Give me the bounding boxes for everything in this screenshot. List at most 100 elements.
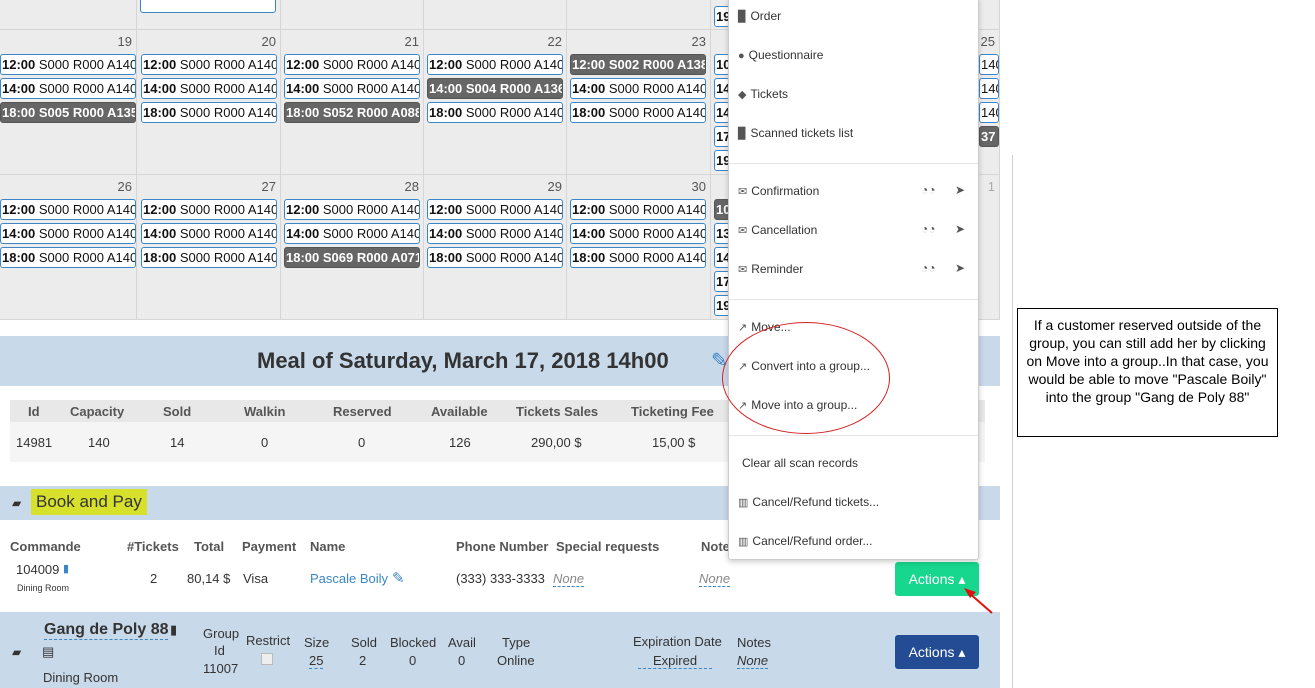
cart-icon[interactable]: ▤ xyxy=(42,644,54,660)
note-field[interactable]: None xyxy=(699,571,731,587)
group-id-label: Group xyxy=(203,626,240,641)
restrict-checkbox[interactable] xyxy=(261,653,273,665)
menu-item-tickets[interactable]: ◆ Tickets xyxy=(738,87,788,101)
calendar-event[interactable]: 14:00 S000 R000 A140 xyxy=(570,223,706,244)
notes-field[interactable]: None xyxy=(737,653,769,669)
group-row: ▰ Gang de Poly 88 ▮ ▤ Dining Room Group … xyxy=(0,612,1000,688)
calendar-event[interactable]: 12:00 S000 R000 A140 xyxy=(570,199,706,220)
book-icon[interactable]: ▮ xyxy=(63,562,69,575)
avail-label: Avail xyxy=(448,635,476,650)
menu-item-cancellation[interactable]: ✉ Cancellation xyxy=(738,223,817,237)
calendar-event[interactable]: 18:00 S000 R000 A140 xyxy=(570,247,706,268)
calendar-cell: 21 12:00 S000 R000 A140 14:00 S000 R000 … xyxy=(281,30,424,175)
menu-item-order[interactable]: ▉ Order xyxy=(738,9,781,23)
menu-divider xyxy=(729,299,978,300)
menu-item-scanned-tickets[interactable]: ▉ Scanned tickets list xyxy=(738,126,853,140)
column-header: Tickets Sales xyxy=(516,404,599,419)
book-icon[interactable]: ▮ xyxy=(170,622,177,638)
calendar-event[interactable]: 140 xyxy=(979,54,999,75)
calendar-event[interactable]: 12:00 S000 R000 A140 xyxy=(141,54,277,75)
calendar-event[interactable]: 18:00 S005 R000 A135 xyxy=(0,102,136,123)
day-number: 19 xyxy=(117,34,132,49)
calendar-cell: 28 12:00 S000 R000 A140 14:00 S000 R000 … xyxy=(281,175,424,320)
calendar-event[interactable]: 12:00 S000 R000 A140 xyxy=(427,199,563,220)
calendar-event[interactable]: 18:00 S000 R000 A140 xyxy=(427,102,563,123)
calendar-event[interactable]: 12:00 S002 R000 A138 xyxy=(570,54,706,75)
calendar-event[interactable]: 12:00 S000 R000 A140 xyxy=(284,54,420,75)
day-number: 21 xyxy=(404,34,419,49)
envelope-icon: ✉ xyxy=(738,186,748,198)
calendar-event[interactable]: 18:00 S000 R000 A140 xyxy=(141,247,277,268)
calendar-event[interactable]: 14:00 S000 R000 A140 xyxy=(570,78,706,99)
type-label: Type xyxy=(502,635,531,650)
menu-item-cancel-refund-tickets[interactable]: ▥ Cancel/Refund tickets... xyxy=(738,495,879,509)
eyeglasses-icon[interactable]: ◔◔ xyxy=(921,261,936,275)
send-icon[interactable]: ➤ xyxy=(955,261,965,275)
expiration-field[interactable]: Expired xyxy=(638,653,713,669)
customer-name-link[interactable]: Pascale Boily xyxy=(310,571,388,586)
trash-icon: ▥ xyxy=(738,497,749,509)
calendar-event[interactable]: 37 xyxy=(979,126,999,147)
calendar-event[interactable]: 14:00 S000 R000 A140 xyxy=(141,78,277,99)
calendar-event[interactable]: 14:00 S000 R000 A140 xyxy=(427,223,563,244)
calendar-event[interactable]: 14:00 S000 R000 A140 xyxy=(0,223,136,244)
folder-open-icon: ▰ xyxy=(12,496,22,510)
cell-reserved: 0 xyxy=(358,435,366,450)
calendar-event[interactable]: 18:00 S000 R000 A140 xyxy=(0,247,136,268)
calendar-event[interactable]: 12:00 S000 R000 A140 xyxy=(0,199,136,220)
expiration-label: Expiration Date xyxy=(633,634,722,649)
calendar-event[interactable]: 18:00 S000 R000 A140 xyxy=(570,102,706,123)
send-icon[interactable]: ➤ xyxy=(955,222,965,236)
day-number: 30 xyxy=(691,179,706,194)
calendar-event[interactable]: 14:00 S000 R000 A140 xyxy=(284,223,420,244)
cell-ticketing-fee: 15,00 $ xyxy=(652,435,696,450)
column-header: Special requests xyxy=(556,539,660,554)
size-field[interactable]: 25 xyxy=(309,653,324,669)
column-header: Walkin xyxy=(244,404,286,419)
calendar-event[interactable]: 18:00 S000 R000 A140 xyxy=(427,247,563,268)
column-header: Reserved xyxy=(333,404,392,419)
calendar-event[interactable]: 14:00 S000 R000 A140 xyxy=(284,78,420,99)
menu-item-reminder[interactable]: ✉ Reminder xyxy=(738,262,803,276)
file-icon: ▉ xyxy=(738,128,747,140)
tag-icon: ◆ xyxy=(738,89,747,101)
calendar-event[interactable]: 140 xyxy=(979,102,999,123)
group-name-link[interactable]: Gang de Poly 88 xyxy=(44,621,169,640)
file-icon: ▉ xyxy=(738,11,747,23)
calendar-cell: 22 12:00 S000 R000 A140 14:00 S004 R000 … xyxy=(424,30,567,175)
calendar-event[interactable]: 18:00 S000 R000 A140 xyxy=(141,102,277,123)
calendar-event[interactable]: 14:00 S000 R000 A140 xyxy=(0,78,136,99)
envelope-icon: ✉ xyxy=(738,264,748,276)
eyeglasses-icon[interactable]: ◔◔ xyxy=(921,222,936,236)
calendar-event[interactable]: 12:00 S000 R000 A140 xyxy=(284,199,420,220)
calendar-event[interactable]: 140 xyxy=(979,78,999,99)
calendar-event[interactable]: 14:00 S004 R000 A136 xyxy=(427,78,563,99)
order-room: Dining Room xyxy=(17,583,70,593)
column-header: Payment xyxy=(242,539,297,554)
menu-item-clear-scan-records[interactable]: Clear all scan records xyxy=(742,456,858,470)
order-id[interactable]: 104009 xyxy=(16,562,59,577)
menu-item-questionnaire[interactable]: ● Questionnaire xyxy=(738,48,823,62)
day-number: 28 xyxy=(404,179,419,194)
calendar-event[interactable]: 12:00 S000 R000 A140 xyxy=(141,199,277,220)
actions-button[interactable]: Actions ▴ xyxy=(895,562,979,596)
special-requests-field[interactable]: None xyxy=(553,571,585,587)
calendar-event[interactable]: 12:00 S000 R000 A140 xyxy=(0,54,136,75)
menu-item-cancel-refund-order[interactable]: ▥ Cancel/Refund order... xyxy=(738,534,872,548)
edit-pencil-icon[interactable]: ✎ xyxy=(392,569,405,587)
calendar-event[interactable]: 12:00 S000 R000 A140 xyxy=(427,54,563,75)
menu-item-confirmation[interactable]: ✉ Confirmation xyxy=(738,184,819,198)
eyeglasses-icon[interactable]: ◔◔ xyxy=(921,183,936,197)
group-actions-button[interactable]: Actions ▴ xyxy=(895,635,979,669)
send-icon[interactable]: ➤ xyxy=(955,183,965,197)
calendar-cell: 27 12:00 S000 R000 A140 14:00 S000 R000 … xyxy=(137,175,281,320)
calendar-event[interactable]: 18:00 S052 R000 A088 xyxy=(284,102,420,123)
notes-label: Notes xyxy=(737,635,771,650)
calendar-event[interactable] xyxy=(140,0,276,13)
calendar-event[interactable]: 18:00 S069 R000 A071 xyxy=(284,247,420,268)
day-number: 20 xyxy=(261,34,276,49)
calendar-cell xyxy=(281,0,424,30)
calendar-cell xyxy=(137,0,281,30)
calendar-event[interactable]: 14:00 S000 R000 A140 xyxy=(141,223,277,244)
cell-sold: 14 xyxy=(170,435,185,450)
